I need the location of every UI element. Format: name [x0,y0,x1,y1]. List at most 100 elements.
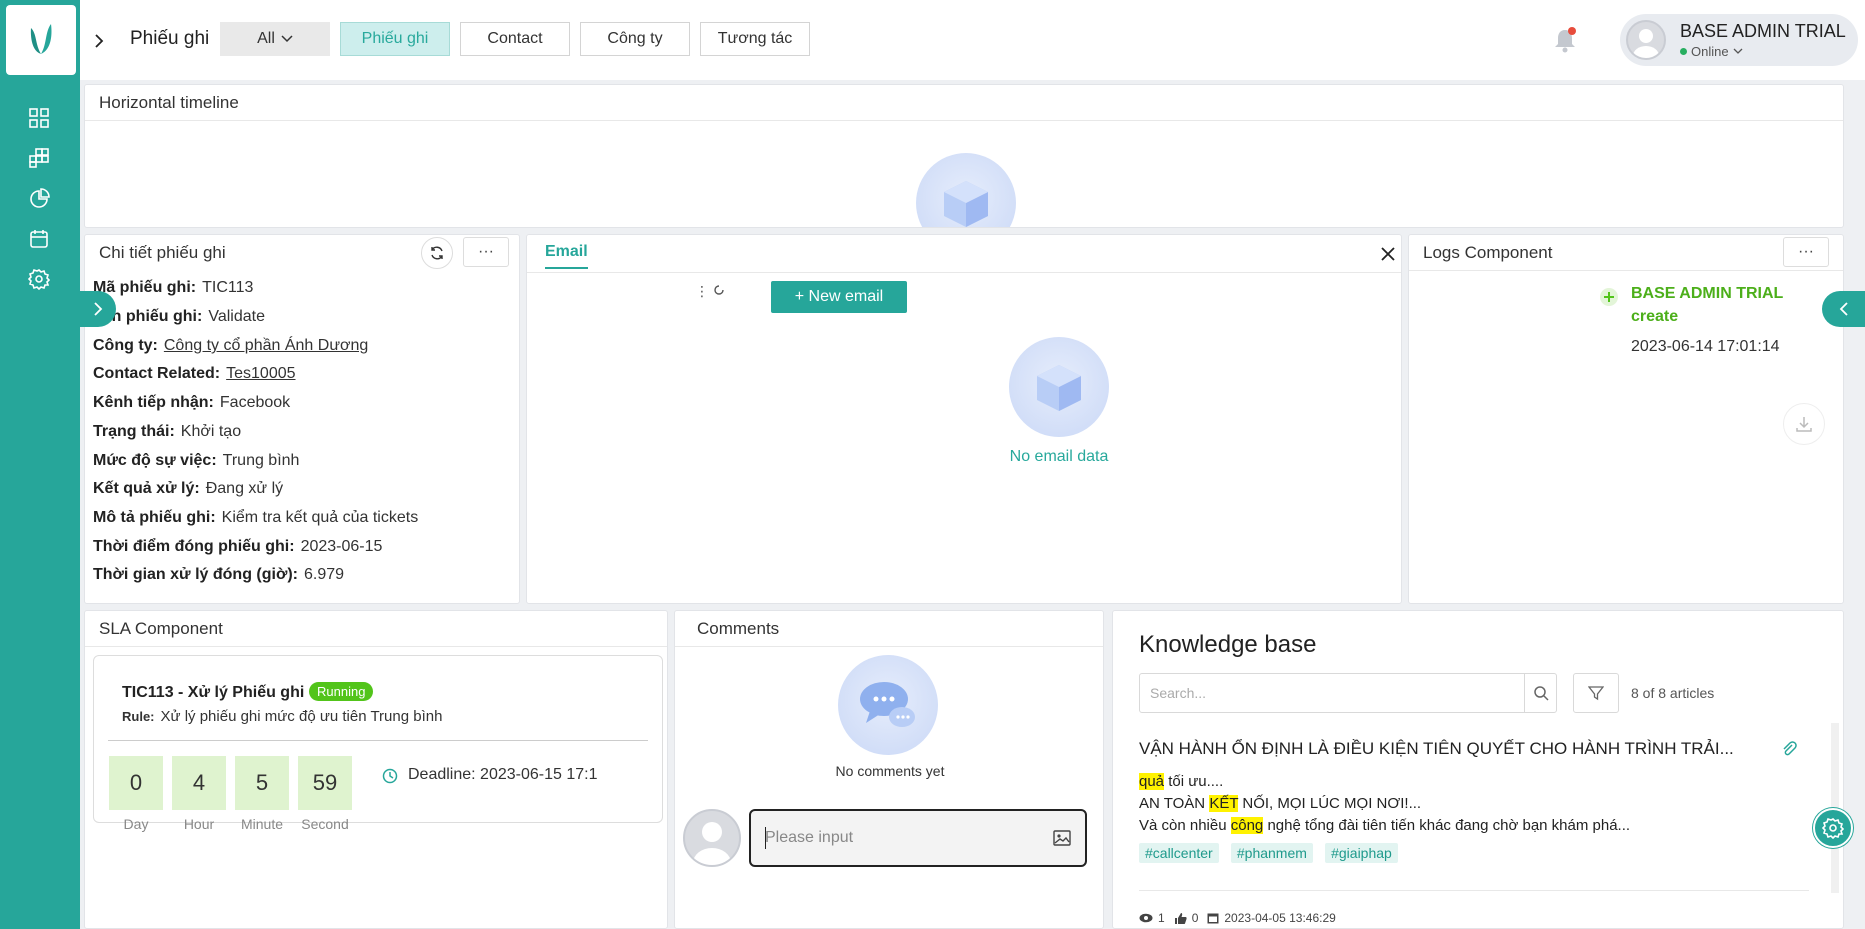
kb-search-button[interactable] [1524,674,1556,712]
text-cursor [765,827,766,849]
new-email-button[interactable]: + New email [771,281,907,313]
tag-callcenter[interactable]: #callcenter [1139,843,1219,863]
field-kenh-tiep-nhan: Kênh tiếp nhận: Facebook [93,394,291,411]
field-thoi-gian-xu-ly: Thời gian xử lý đóng (giờ): 6.979 [93,566,345,583]
email-menu-icon[interactable]: ⋮ [695,283,709,300]
logs-more-button[interactable]: ··· [1783,237,1829,267]
tab-tuong-tac[interactable]: Tương tác [700,22,810,56]
timeline-title: Horizontal timeline [85,85,1843,121]
download-button[interactable] [1783,403,1825,445]
close-email-icon[interactable] [1381,247,1395,265]
kb-search-input[interactable]: Search... [1139,673,1557,713]
calendar-icon[interactable] [27,227,51,251]
chevron-right-icon [94,302,103,316]
kb-filter-button[interactable] [1573,673,1619,713]
attachment-icon [1781,741,1797,761]
kb-divider [1139,890,1809,891]
email-tab-divider [527,272,1401,273]
email-panel: Email ⋮ + New email No email data [526,234,1402,604]
comment-placeholder: Please input [765,829,854,846]
email-loading-icon [713,283,725,300]
comment-input[interactable]: Please input [749,809,1087,867]
chevron-left-icon [1839,302,1848,316]
sla-title: SLA Component [85,611,667,647]
count-minute-label: Minute [240,816,284,832]
comment-avatar [683,809,741,867]
filter-icon [1588,686,1604,701]
count-hour: 4 [172,756,226,810]
page-title: Phiếu ghi [130,28,210,49]
filter-all-dropdown[interactable]: All [220,22,330,56]
top-bar: Phiếu ghi All Phiếu ghi Contact Công ty … [80,0,1865,80]
field-trang-thai: Trạng thái: Khởi tạo [93,423,242,440]
tab-contact[interactable]: Contact [460,22,570,56]
comments-panel: Comments No comments yet Please input [674,610,1104,929]
tag-giaiphap[interactable]: #giaiphap [1325,843,1398,863]
kb-article-title[interactable]: VẬN HÀNH ỔN ĐỊNH LÀ ĐIỀU KIỆN TIÊN QUYẾT… [1139,739,1739,759]
expand-panel-button[interactable] [80,291,116,327]
gear-icon [1822,817,1844,839]
kb-tags: #callcenter #phanmem #giaiphap [1139,843,1406,863]
filter-all-label: All [257,30,275,47]
contact-link[interactable]: Tes10005 [226,365,295,382]
field-mo-ta: Mô tả phiếu ghi: Kiểm tra kết quả của tic… [93,509,419,526]
user-menu[interactable]: BASE ADMIN TRIAL Online [1620,14,1858,66]
kb-article-count: 8 of 8 articles [1631,685,1715,701]
logs-title: Logs Component [1409,235,1843,271]
log-user: BASE ADMIN TRIAL [1631,285,1784,302]
ticket-detail-title: Chi tiết phiếu ghi [99,243,226,262]
clock-icon [382,768,398,788]
pie-chart-icon[interactable] [27,187,51,211]
sla-card: TIC113 - Xử lý Phiếu ghi Running Rule: Xử… [93,655,663,832]
email-tab[interactable]: Email [545,243,588,269]
tag-phanmem[interactable]: #phanmem [1230,843,1313,863]
empty-email-icon [1009,337,1109,437]
tab-cong-ty[interactable]: Công ty [580,22,690,56]
notification-bell-icon[interactable] [1552,26,1578,54]
app-logo[interactable] [6,5,76,75]
kb-date: 2023-04-05 13:46:29 [1224,911,1336,925]
field-cong-ty: Công ty: Công ty cổ phần Ánh Dương [93,337,369,354]
kb-views: 1 [1158,911,1165,925]
count-minute: 5 [235,756,289,810]
thumbs-up-icon[interactable] [1174,912,1187,925]
knowledge-base-panel: Knowledge base Search... 8 of 8 articles… [1112,610,1844,929]
user-status[interactable]: Online [1680,44,1743,59]
kb-article-excerpt: quả tối ưu.... AN TOÀN KẾT NỐI, MỌI LÚC … [1139,773,1631,834]
field-ten-phieu-ghi: Tên phiếu ghi: Validate [93,308,265,325]
chat-bubble-icon [838,655,938,755]
detail-more-button[interactable]: ··· [463,237,509,267]
right-panel-toggle[interactable] [1822,291,1865,327]
sla-rule: Rule: Xử lý phiếu ghi mức độ ưu tiên Trun… [122,708,443,725]
log-time: 2023-06-14 17:01:14 [1631,338,1780,355]
chevron-down-icon [281,35,293,43]
company-link[interactable]: Công ty cổ phần Ánh Dương [164,337,368,354]
count-day-label: Day [123,816,149,832]
sla-divider [108,740,648,741]
user-name: BASE ADMIN TRIAL [1680,21,1846,41]
avatar [1626,20,1666,60]
tab-phieu-ghi[interactable]: Phiếu ghi [340,22,450,56]
refresh-button[interactable] [421,237,453,269]
kb-likes: 0 [1191,911,1199,925]
user-status-label: Online [1691,44,1729,59]
modules-icon[interactable] [27,146,51,170]
settings-gear-icon[interactable] [27,267,51,291]
kb-search-placeholder: Search... [1150,685,1207,701]
count-second-label: Second [301,816,349,832]
field-ma-phieu-ghi: Mã phiếu ghi: TIC113 [93,279,254,296]
floating-settings-button[interactable] [1813,808,1853,848]
running-badge: Running [309,682,374,701]
field-ket-qua-xu-ly: Kết quả xử lý: Đang xử lý [93,480,284,497]
sidebar-toggle-button[interactable] [80,22,118,60]
comments-title: Comments [675,611,1103,647]
kb-title: Knowledge base [1139,631,1317,658]
ticket-detail-panel: Chi tiết phiếu ghi ··· Mã phiếu ghi: TIC1… [84,234,520,604]
sla-ticket: TIC113 - Xử lý Phiếu ghi [122,684,305,701]
field-muc-do-su-viec: Mức độ sự việc: Trung bình [93,452,300,469]
log-create-icon [1599,287,1619,311]
dashboard-grid-icon[interactable] [27,106,51,130]
image-upload-icon[interactable] [1053,829,1071,847]
no-comments-text: No comments yet [835,763,945,779]
count-second: 59 [298,756,352,810]
